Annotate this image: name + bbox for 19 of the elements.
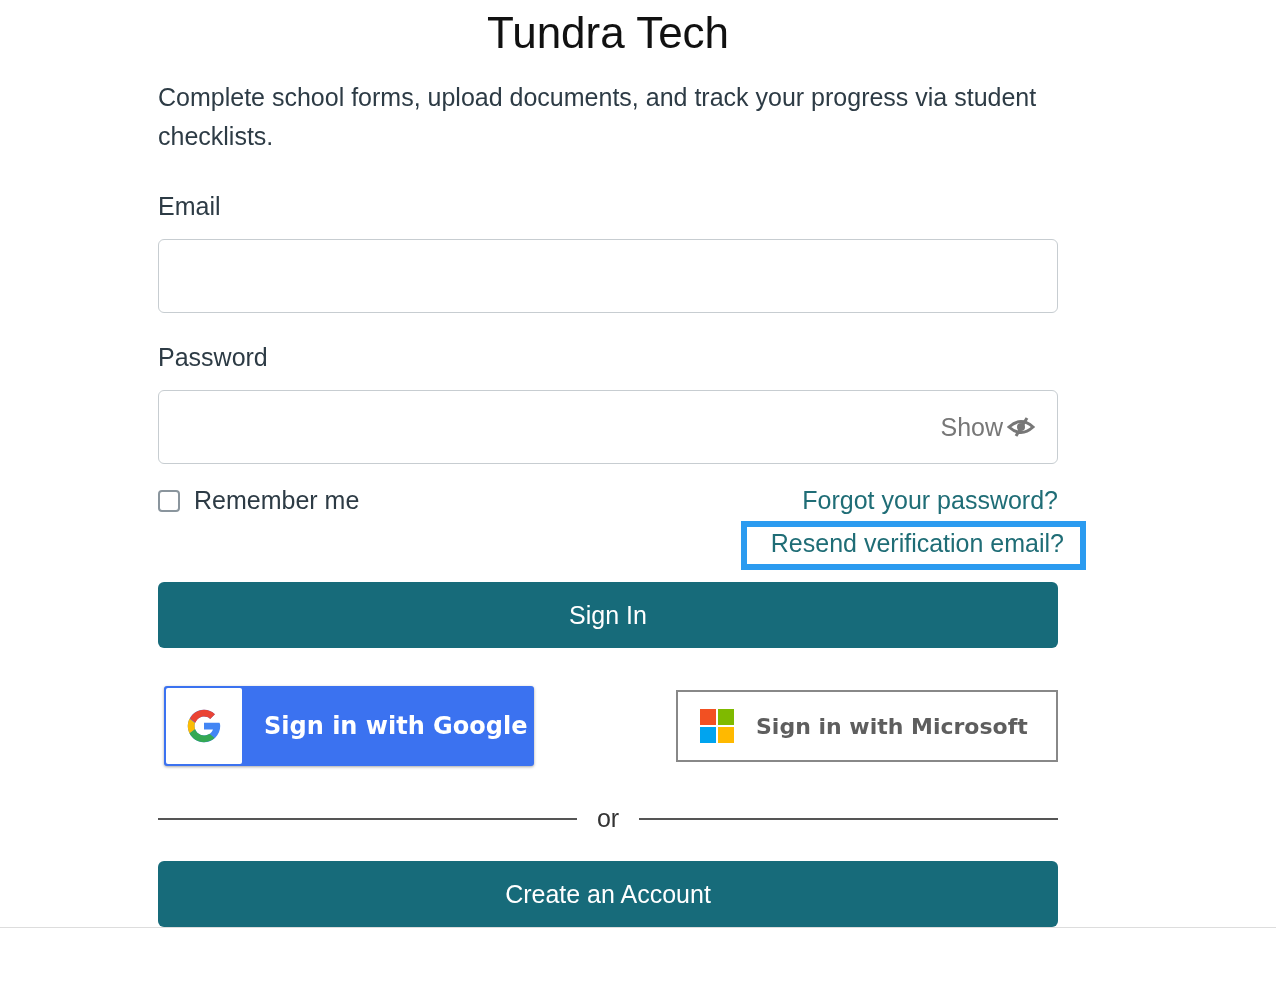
forgot-password-link[interactable]: Forgot your password? xyxy=(802,486,1058,515)
site-title: Tundra Tech xyxy=(485,8,731,58)
remember-checkbox[interactable] xyxy=(158,489,180,512)
eye-slash-icon xyxy=(1007,416,1035,438)
description: Complete school forms, upload documents, and track your progress via student checklists. xyxy=(158,82,1038,152)
email-label: Email xyxy=(158,192,222,222)
microsoft-logo-icon xyxy=(700,709,734,743)
password-label: Password xyxy=(158,343,269,373)
sign-in-button[interactable]: Sign In xyxy=(158,582,1058,648)
microsoft-sign-in-button[interactable]: Sign in with Microsoft xyxy=(676,690,1058,762)
google-logo-icon xyxy=(185,707,223,745)
email-field[interactable] xyxy=(158,239,1058,313)
or-divider-text: or xyxy=(596,804,620,833)
resend-verification-link[interactable]: Resend verification email? xyxy=(740,521,1086,570)
create-account-button[interactable]: Create an Account xyxy=(158,861,1058,927)
show-password-button[interactable]: Show xyxy=(940,412,1035,442)
google-sign-in-button[interactable]: Sign in with Google xyxy=(164,686,534,766)
remember-label: Remember me xyxy=(194,486,360,515)
password-field[interactable]: Show xyxy=(158,390,1058,464)
